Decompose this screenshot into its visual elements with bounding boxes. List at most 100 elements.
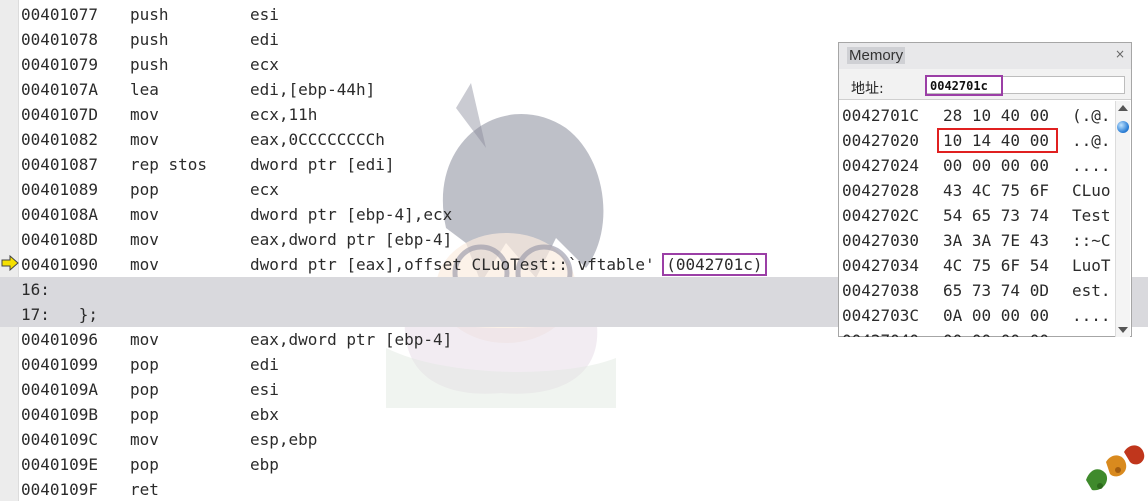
instruction-mnemonic: push [130, 30, 169, 49]
instruction-mnemonic: mov [130, 255, 159, 274]
instruction-operands: ecx [250, 55, 279, 74]
instruction-address: 0040109C [21, 430, 99, 449]
instruction-operands: edi,[ebp-44h] [250, 80, 376, 99]
instruction-operands-group: ecx [250, 52, 279, 77]
instruction-operands: esi [250, 380, 279, 399]
memory-bytes: 00 00 00 00 [943, 156, 1049, 175]
memory-window[interactable]: Memory × 地址: 0042701c 0042701C 28 10 40 0… [838, 42, 1132, 337]
memory-ascii: ..@. [1072, 131, 1111, 150]
instruction-operands: eax,dword ptr [ebp-4] [250, 330, 453, 349]
instruction-operands-group: dword ptr [eax],offset CLuoTest::`vftabl… [250, 252, 767, 277]
address-label: 地址: [851, 81, 884, 97]
memory-window-title: Memory [847, 47, 906, 64]
instruction-operands-group: ecx [250, 177, 279, 202]
instruction-address: 0040108D [21, 230, 99, 249]
instruction-address: 00401078 [21, 30, 99, 49]
memory-bytes: 3A 3A 7E 43 [943, 231, 1049, 250]
memory-ascii: .... [1072, 328, 1111, 337]
instruction-row[interactable]: 0040109F ret [0, 477, 1148, 502]
instruction-operands-group: edi [250, 352, 279, 377]
instruction-address: 00401096 [21, 330, 99, 349]
memory-address: 00427024 [842, 156, 920, 175]
memory-row[interactable]: 00427030 3A 3A 7E 43::~C [839, 228, 1115, 253]
instruction-operands: esp,ebp [250, 430, 318, 449]
scroll-up-icon[interactable] [1118, 105, 1128, 111]
memory-address: 0042702C [842, 206, 920, 225]
instruction-address: 0040107D [21, 105, 99, 124]
memory-ascii: (.@. [1072, 106, 1111, 125]
instruction-mnemonic: ret [130, 480, 159, 499]
vftable-address-highlight: (0042701c) [662, 253, 767, 276]
instruction-operands-group: edi [250, 27, 279, 52]
instruction-address: 00401099 [21, 355, 99, 374]
instruction-row[interactable]: 00401099 pop edi [0, 352, 1148, 377]
instruction-address: 00401089 [21, 180, 99, 199]
instruction-mnemonic: mov [130, 130, 159, 149]
instruction-address: 00401090 [21, 255, 99, 274]
memory-row[interactable]: 00427024 00 00 00 00.... [839, 153, 1115, 178]
memory-bytes: 4C 75 6F 54 [943, 256, 1049, 275]
instruction-row[interactable]: 0040109B pop ebx [0, 402, 1148, 427]
memory-ascii: est. [1072, 281, 1111, 300]
close-icon[interactable]: × [1115, 47, 1125, 61]
memory-address: 0042703C [842, 306, 920, 325]
instruction-mnemonic: mov [130, 430, 159, 449]
source-line-text: 16: [21, 280, 50, 299]
instruction-operands-group: dword ptr [ebp-4],ecx [250, 202, 452, 227]
memory-address: 00427040 [842, 328, 919, 337]
instruction-operands-group: ebp [250, 452, 279, 477]
instruction-mnemonic: pop [130, 180, 159, 199]
instruction-operands-group: esi [250, 377, 279, 402]
memory-address: 00427020 [842, 131, 920, 150]
memory-row[interactable]: 0042701C 28 10 40 00 (.@. [839, 103, 1115, 128]
instruction-operands: dword ptr [edi] [250, 155, 395, 174]
instruction-mnemonic: pop [130, 405, 159, 424]
instruction-row[interactable]: 0040109E pop ebp [0, 452, 1148, 477]
instruction-address: 0040109B [21, 405, 99, 424]
instruction-mnemonic: mov [130, 230, 159, 249]
memory-bytes: 65 73 74 0D [943, 281, 1049, 300]
instruction-mnemonic: push [130, 55, 169, 74]
scroll-down-icon[interactable] [1118, 327, 1128, 333]
memory-window-titlebar[interactable]: Memory × [839, 43, 1131, 69]
memory-row[interactable]: 00427040 00 00 00 00.... [839, 328, 1115, 337]
memory-ascii: ::~C [1072, 231, 1111, 250]
memory-dump[interactable]: 0042701C 28 10 40 00 (.@. 00427020 10 14 40 … [839, 101, 1115, 337]
scrollbar-thumb[interactable] [1117, 121, 1129, 133]
instruction-row[interactable]: 0040109C mov esp,ebp [0, 427, 1148, 452]
instruction-operands-group: ecx,11h [250, 102, 317, 127]
memory-ascii: .... [1072, 156, 1111, 175]
instruction-mnemonic: mov [130, 205, 159, 224]
instruction-operands-group: esi [250, 2, 279, 27]
instruction-operands: edi [250, 30, 279, 49]
instruction-operands-group: ebx [250, 402, 279, 427]
memory-bytes: 0A 00 00 00 [943, 306, 1049, 325]
instruction-operands: dword ptr [eax],offset CLuoTest::`vftabl… [250, 255, 665, 274]
memory-ascii: CLuo [1072, 181, 1111, 200]
instruction-mnemonic: pop [130, 355, 159, 374]
instruction-operands: ebx [250, 405, 279, 424]
instruction-row[interactable]: 0040109A pop esi [0, 377, 1148, 402]
instruction-mnemonic: mov [130, 330, 159, 349]
memory-row[interactable]: 0042703C 0A 00 00 00.... [839, 303, 1115, 328]
address-input[interactable]: 0042701c [925, 76, 1125, 94]
memory-ascii: .... [1072, 306, 1111, 325]
memory-row[interactable]: 0042702C 54 65 73 74 Test [839, 203, 1115, 228]
memory-address: 0042701C [842, 106, 920, 125]
memory-row[interactable]: 00427034 4C 75 6F 54 LuoT [839, 253, 1115, 278]
memory-bytes: 43 4C 75 6F [943, 181, 1049, 200]
instruction-operands-group: esp,ebp [250, 427, 317, 452]
memory-row[interactable]: 00427038 65 73 74 0D est. [839, 278, 1115, 303]
memory-address-bar: 地址: 0042701c [839, 69, 1131, 100]
memory-row[interactable]: 00427020 10 14 40 00 ..@. [839, 128, 1115, 153]
memory-row[interactable]: 00427028 43 4C 75 6F CLuo [839, 178, 1115, 203]
source-line-text: 17: }; [21, 305, 99, 324]
instruction-operands: edi [250, 355, 279, 374]
instruction-operands-group: eax,dword ptr [ebp-4] [250, 327, 452, 352]
instruction-operands: ebp [250, 455, 279, 474]
instruction-row[interactable]: 00401077 push esi [0, 2, 1148, 27]
memory-address: 00427030 [842, 231, 920, 250]
memory-scrollbar[interactable] [1115, 101, 1130, 337]
instruction-mnemonic: push [130, 5, 169, 24]
instruction-operands-group: eax,dword ptr [ebp-4] [250, 227, 452, 252]
